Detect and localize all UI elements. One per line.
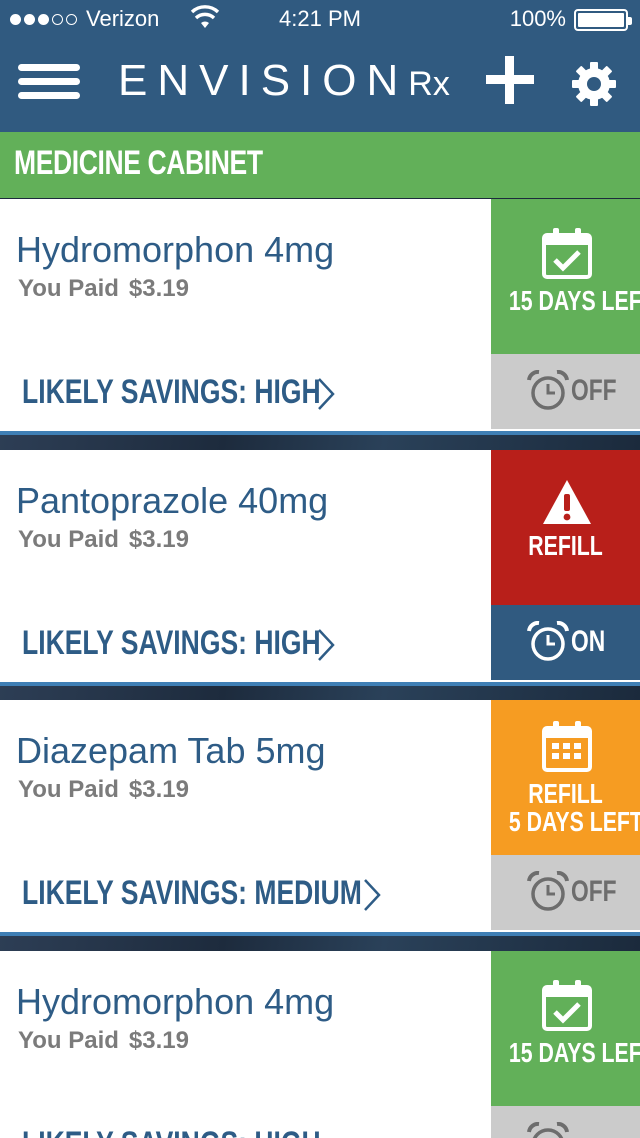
paid-info: You Paid $3.19 <box>18 526 189 554</box>
paid-label: You Paid <box>18 1027 119 1054</box>
savings-link[interactable]: LIKELY SAVINGS: HIGH <box>22 1125 321 1138</box>
savings-link[interactable]: LIKELY SAVINGS: HIGH <box>22 373 321 412</box>
chevron-right-icon[interactable] <box>316 377 336 411</box>
paid-label: You Paid <box>18 526 119 553</box>
alarm-status: ON <box>571 625 606 658</box>
card-divider <box>0 431 640 451</box>
tile-label: REFILL <box>528 778 603 809</box>
days-left-tile[interactable]: 15 DAYS LEFT <box>491 951 640 1106</box>
paid-label: You Paid <box>18 275 119 302</box>
refill-tile[interactable]: REFILL <box>491 450 640 605</box>
alarm-clock-icon <box>527 370 569 410</box>
days-left-tile[interactable]: 15 DAYS LEFT <box>491 199 640 354</box>
savings-link[interactable]: LIKELY SAVINGS: MEDIUM <box>22 874 362 913</box>
paid-amount: $3.19 <box>128 776 189 803</box>
alarm-clock-icon <box>527 1122 569 1138</box>
nav-bar: ENVISIONRx <box>0 36 640 132</box>
medicine-card[interactable]: Diazepam Tab 5mg You Paid $3.19 LIKELY SA… <box>0 700 640 932</box>
medicine-card[interactable]: Hydromorphon 4mg You Paid $3.19 LIKELY SA… <box>0 199 640 431</box>
medicine-name: Pantoprazole 40mg <box>16 480 329 521</box>
battery-icon <box>574 9 632 31</box>
logo-text: ENVISION <box>118 56 409 105</box>
alarm-toggle[interactable] <box>491 1106 640 1138</box>
alarm-toggle[interactable]: ON <box>491 605 640 680</box>
alarm-status: OFF <box>571 875 617 908</box>
paid-amount: $3.19 <box>128 526 189 553</box>
medicine-name: Hydromorphon 4mg <box>16 981 335 1022</box>
savings-link[interactable]: LIKELY SAVINGS: HIGH <box>22 624 321 663</box>
section-header: MEDICINE CABINET <box>0 132 640 198</box>
paid-info: You Paid $3.19 <box>18 1027 189 1055</box>
chevron-right-icon[interactable] <box>316 628 336 662</box>
paid-info: You Paid $3.19 <box>18 776 189 804</box>
paid-info: You Paid $3.19 <box>18 275 189 303</box>
alarm-status: OFF <box>571 374 617 407</box>
card-divider <box>0 932 640 952</box>
warning-icon <box>543 480 591 524</box>
tile-sublabel: 5 DAYS LEFT <box>508 806 640 837</box>
chevron-right-icon[interactable] <box>362 878 382 912</box>
medicine-name: Diazepam Tab 5mg <box>16 730 326 771</box>
paid-amount: $3.19 <box>128 275 189 302</box>
app-header: Verizon 4:21 PM 100% ENVISIONRx <box>0 0 640 132</box>
add-medicine-button[interactable] <box>486 56 534 104</box>
alarm-toggle[interactable]: OFF <box>491 354 640 429</box>
tile-label: REFILL <box>528 530 603 561</box>
medicine-card[interactable]: Pantoprazole 40mg You Paid $3.19 LIKELY S… <box>0 450 640 682</box>
status-bar: Verizon 4:21 PM 100% <box>0 0 640 36</box>
refill-days-tile[interactable]: REFILL 5 DAYS LEFT <box>491 700 640 855</box>
paid-amount: $3.19 <box>128 1027 189 1054</box>
logo-rx: Rx <box>408 65 450 103</box>
calendar-grid-icon <box>542 721 592 772</box>
alarm-clock-icon <box>527 621 569 661</box>
card-divider <box>0 682 640 702</box>
medicine-name: Hydromorphon 4mg <box>16 229 335 270</box>
section-title: MEDICINE CABINET <box>14 144 263 182</box>
battery-percentage: 100% <box>509 6 566 31</box>
paid-label: You Paid <box>18 776 119 803</box>
alarm-toggle[interactable]: OFF <box>491 855 640 930</box>
menu-icon[interactable] <box>18 64 80 100</box>
calendar-check-icon <box>542 228 592 279</box>
medicine-card[interactable]: Hydromorphon 4mg You Paid $3.19 LIKELY SA… <box>0 951 640 1138</box>
alarm-clock-icon <box>527 871 569 911</box>
calendar-check-icon <box>542 980 592 1031</box>
tile-label: 15 DAYS LEFT <box>508 285 640 316</box>
tile-label: 15 DAYS LEFT <box>508 1037 640 1068</box>
gear-icon[interactable] <box>570 60 618 108</box>
app-logo: ENVISIONRx <box>118 56 450 106</box>
